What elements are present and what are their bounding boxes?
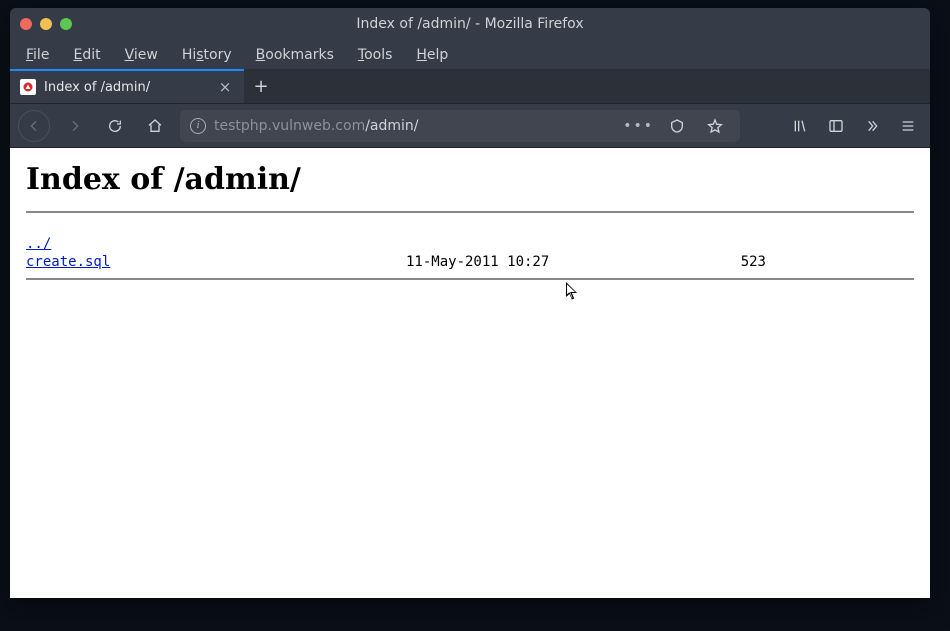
parent-dir-link[interactable]: ../ [26, 236, 51, 252]
reload-button[interactable] [100, 111, 130, 141]
mouse-cursor-icon [566, 282, 580, 302]
back-button[interactable] [18, 110, 50, 142]
menu-history[interactable]: History [172, 44, 242, 66]
menu-help[interactable]: Help [406, 44, 458, 66]
toolbar-right [786, 111, 922, 141]
home-button[interactable] [140, 111, 170, 141]
close-window-button[interactable] [20, 18, 32, 30]
tab-title: Index of /admin/ [44, 80, 150, 95]
navbar: i testphp.vulnweb.com/admin/ ••• [10, 104, 930, 148]
hamburger-menu-icon[interactable] [894, 111, 922, 141]
tab-strip: Index of /admin/ × + [10, 70, 930, 104]
forward-button[interactable] [60, 111, 90, 141]
site-info-icon[interactable]: i [190, 118, 206, 134]
page-viewport: Index of /admin/ ../ create.sql 11-May-20… [10, 148, 930, 598]
file-row: create.sql 11-May-2011 10:27523 [26, 253, 914, 271]
file-size: 523 [666, 253, 766, 271]
menu-edit[interactable]: Edit [63, 44, 110, 66]
url-bar[interactable]: i testphp.vulnweb.com/admin/ ••• [180, 110, 740, 142]
window-controls [20, 18, 72, 30]
menubar: File Edit View History Bookmarks Tools H… [10, 40, 930, 70]
new-tab-button[interactable]: + [244, 69, 278, 103]
tab-active[interactable]: Index of /admin/ × [10, 69, 244, 103]
minimize-window-button[interactable] [40, 18, 52, 30]
menu-tools[interactable]: Tools [348, 44, 403, 66]
browser-window: Index of /admin/ - Mozilla Firefox File … [10, 8, 930, 598]
menu-file[interactable]: File [16, 44, 59, 66]
favicon-icon [20, 79, 36, 95]
page-action-ellipsis-icon[interactable]: ••• [623, 118, 654, 134]
page-heading: Index of /admin/ [26, 162, 914, 197]
file-link[interactable]: create.sql [26, 254, 110, 270]
titlebar: Index of /admin/ - Mozilla Firefox [10, 8, 930, 40]
menu-bookmarks[interactable]: Bookmarks [246, 44, 344, 66]
window-title: Index of /admin/ - Mozilla Firefox [10, 16, 930, 32]
divider-top [26, 211, 914, 213]
close-tab-button[interactable]: × [216, 78, 234, 96]
file-date: 11-May-2011 10:27 [406, 253, 666, 271]
url-text: testphp.vulnweb.com/admin/ [214, 118, 419, 134]
reader-mode-icon[interactable] [662, 111, 692, 141]
overflow-chevron-icon[interactable] [858, 111, 886, 141]
maximize-window-button[interactable] [60, 18, 72, 30]
divider-bottom [26, 278, 914, 280]
sidebar-icon[interactable] [822, 111, 850, 141]
directory-listing: ../ create.sql 11-May-2011 10:27523 [26, 217, 914, 272]
menu-view[interactable]: View [115, 44, 168, 66]
library-icon[interactable] [786, 111, 814, 141]
bookmark-star-icon[interactable] [700, 111, 730, 141]
